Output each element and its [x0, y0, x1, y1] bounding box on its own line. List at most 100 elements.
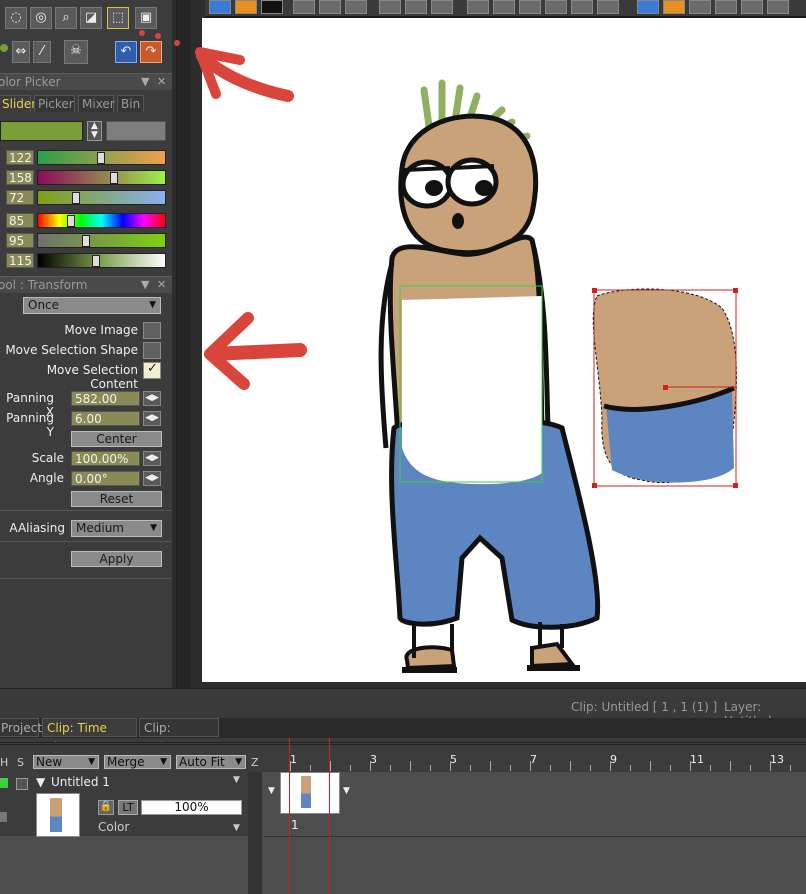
panning-y-stepper[interactable]: ◀▶ [143, 411, 161, 426]
current-color-swatch[interactable] [0, 121, 83, 141]
panning-y-field[interactable]: 6.00 [71, 411, 140, 426]
swap-icon[interactable]: ⇔ [12, 41, 30, 63]
chevron-down-icon[interactable]: ▼ [343, 786, 350, 796]
tab-clip-xsheet[interactable]: Clip: XSheet [139, 718, 219, 754]
marker-icon[interactable] [345, 0, 367, 14]
bucket-2-icon[interactable] [493, 0, 515, 14]
previous-color-swatch[interactable] [106, 121, 166, 141]
blue-x-icon[interactable] [637, 0, 659, 14]
eraser-icon[interactable] [379, 0, 401, 14]
apply-button[interactable]: Apply [71, 551, 162, 567]
color-slider[interactable] [37, 253, 166, 268]
crop-icon[interactable]: ◪ [80, 7, 102, 29]
slider-knob[interactable] [92, 255, 100, 267]
link-icon[interactable] [0, 812, 7, 822]
chevron-down-icon[interactable]: ▼ [233, 775, 240, 785]
camera-icon[interactable]: ▣ [135, 7, 157, 29]
select-toggle[interactable] [16, 778, 28, 790]
merge-dropdown[interactable]: Merge ▼ [104, 755, 171, 769]
close-icon[interactable]: ✕ [157, 277, 166, 293]
frame-track[interactable] [264, 772, 806, 837]
orange-x-icon[interactable] [663, 0, 685, 14]
panning-x-field[interactable]: 582.00 [71, 391, 140, 406]
zoom-icon[interactable]: ⌕ [55, 7, 77, 29]
slider-value[interactable]: 115 [6, 253, 34, 268]
brush-icon[interactable] [319, 0, 341, 14]
timeline-scrollbar[interactable] [248, 772, 262, 894]
color-slider[interactable] [37, 170, 166, 185]
new-layer-dropdown[interactable]: New ▼ [33, 755, 99, 769]
autofit-dropdown[interactable]: Auto Fit ▼ [176, 755, 246, 769]
transform-mode-dropdown[interactable]: Once ▼ [23, 297, 161, 314]
tab-slider[interactable]: Slider [0, 95, 36, 112]
ruler-tick [730, 761, 731, 771]
chevron-down-icon[interactable]: ▼ [233, 823, 240, 833]
line-icon[interactable] [545, 0, 567, 14]
move-selection-shape-checkbox[interactable] [143, 342, 161, 359]
scale-field[interactable]: 100.00% [71, 451, 140, 466]
tab-mixer[interactable]: Mixer [78, 95, 115, 112]
slider-value[interactable]: 72 [6, 190, 34, 205]
annotation-arrow-top [139, 30, 294, 102]
color-slider[interactable] [37, 233, 166, 248]
menu-icon[interactable]: ▼ [141, 277, 149, 293]
slider-knob[interactable] [110, 172, 118, 184]
color-slider[interactable] [37, 213, 166, 228]
color-slider-row: 72 [0, 190, 172, 207]
color-swap-icon[interactable]: ▲ ▼ [87, 121, 102, 141]
panning-x-stepper[interactable]: ◀▶ [143, 391, 161, 406]
black-color-icon[interactable] [261, 0, 283, 14]
move-image-checkbox[interactable] [143, 322, 161, 339]
lock-icon[interactable]: 🔒 [98, 800, 114, 815]
frame-ruler[interactable]: 1 3 5 7 9 11 13 [264, 753, 806, 771]
pencil-icon[interactable] [293, 0, 315, 14]
bucket-3-icon[interactable] [519, 0, 541, 14]
slider-knob[interactable] [82, 235, 90, 247]
slider-value[interactable]: 122 [6, 150, 34, 165]
transform-icon[interactable]: ⬚ [107, 7, 129, 29]
lasso-icon[interactable]: ◌ [5, 7, 27, 29]
slider-value[interactable]: 85 [6, 213, 34, 228]
eraser-soft-icon[interactable] [405, 0, 427, 14]
blue-color-icon[interactable] [209, 0, 231, 14]
opacity-field[interactable]: 100% [141, 800, 242, 815]
playhead-end[interactable] [329, 738, 330, 894]
stamp-3-icon[interactable] [767, 0, 789, 14]
blend-mode[interactable]: Color [98, 820, 129, 834]
color-slider[interactable] [37, 190, 166, 205]
playhead-start[interactable] [289, 738, 290, 894]
orange-color-icon[interactable] [235, 0, 257, 14]
scale-stepper[interactable]: ◀▶ [143, 451, 161, 466]
reset-button[interactable]: Reset [71, 491, 162, 507]
slider-value[interactable]: 95 [6, 233, 34, 248]
collapse-icon: ▼ [36, 775, 46, 789]
move-selection-content-checkbox[interactable] [143, 361, 161, 379]
bucket-icon[interactable] [467, 0, 489, 14]
chevron-down-icon[interactable]: ▼ [268, 786, 275, 796]
angle-stepper[interactable]: ◀▶ [143, 471, 161, 486]
slider-value[interactable]: 158 [6, 170, 34, 185]
lt-button[interactable]: LT [118, 800, 138, 815]
stamp-icon[interactable] [715, 0, 737, 14]
gray-x-icon[interactable] [689, 0, 711, 14]
slider-knob[interactable] [72, 192, 80, 204]
slider-knob[interactable] [97, 152, 105, 164]
tab-project[interactable]: Project [0, 718, 42, 737]
eyedropper-icon[interactable]: ⁄ [33, 41, 51, 63]
slider-knob[interactable] [67, 215, 75, 227]
ruler-tick [750, 765, 751, 771]
color-slider[interactable] [37, 150, 166, 165]
skull-icon[interactable]: ☠ [64, 40, 88, 64]
layer-name[interactable]: Untitled 1 [51, 775, 110, 789]
stamp-2-icon[interactable] [741, 0, 763, 14]
line-2-icon[interactable] [571, 0, 593, 14]
aaliasing-dropdown[interactable]: Medium ▼ [71, 520, 162, 537]
tab-clip-timeline[interactable]: Clip: Time Line [42, 718, 137, 754]
angle-field[interactable]: 0.00° [71, 471, 140, 486]
eraser-hard-icon[interactable] [431, 0, 453, 14]
tab-picker[interactable]: Picker [34, 95, 75, 112]
line-3-icon[interactable] [597, 0, 619, 14]
center-button[interactable]: Center [71, 431, 162, 447]
lasso-poly-icon[interactable]: ◎ [30, 7, 52, 29]
visibility-toggle[interactable] [0, 778, 8, 788]
